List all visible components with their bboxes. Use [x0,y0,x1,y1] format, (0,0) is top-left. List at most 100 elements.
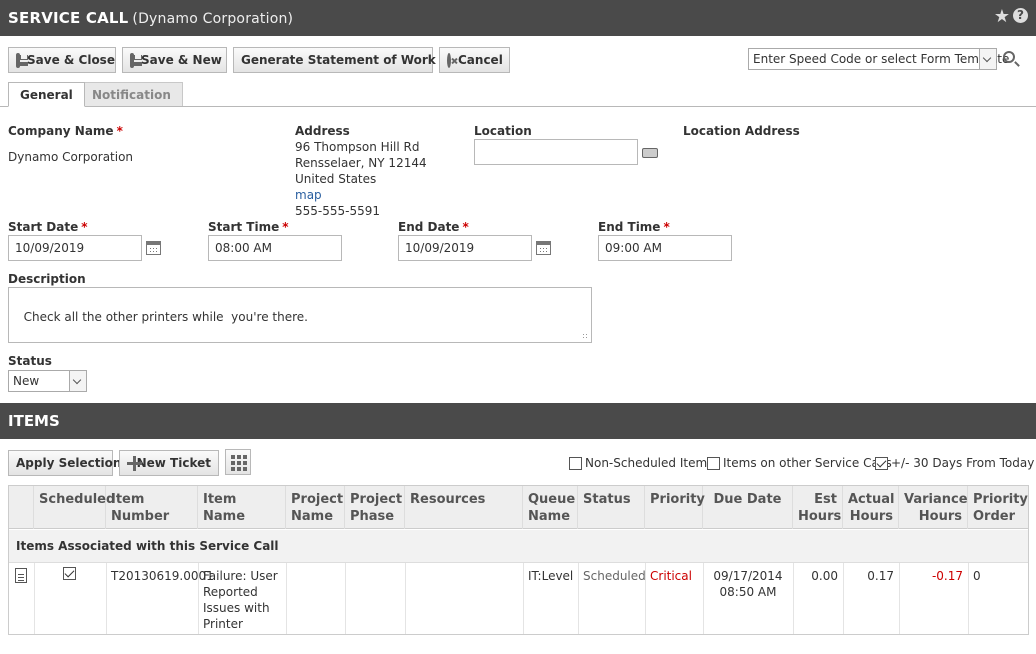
column-header-scheduled[interactable]: Scheduled [34,486,115,529]
generate-sow-button[interactable]: Generate Statement of Work [233,47,456,73]
address-label: Address [295,124,350,138]
column-chooser-button[interactable] [225,449,251,475]
start-time-label: Start Time * [208,220,289,234]
project-name-cell [286,564,345,572]
page-title-text: SERVICE CALL [8,9,129,27]
other-service-calls-label: Items on other Service Calls [723,456,892,470]
item-number-cell[interactable]: T20130619.0001 [106,564,214,588]
apply-selections-button[interactable]: Apply Selections [8,450,129,476]
address-line-3: United States [295,172,377,186]
chevron-down-icon[interactable] [979,49,996,69]
document-icon[interactable] [15,568,27,583]
description-text: Check all the other printers while you'r… [23,310,308,324]
company-name-label: Company Name * [8,124,123,138]
save-close-label: Save & Close [27,53,115,67]
non-scheduled-items-checkbox[interactable] [569,457,582,470]
save-new-label: Save & New [141,53,222,67]
resize-grip-icon[interactable] [582,333,589,340]
column-header-project-name[interactable]: Project Name [286,486,345,529]
new-ticket-button[interactable]: New Ticket [119,450,219,476]
items-table: Scheduled Item Number Item Name Project … [8,485,1029,635]
new-ticket-label: New Ticket [136,456,211,470]
cancel-label: Cancel [458,53,503,67]
description-label: Description [8,272,86,286]
est-hours-cell: 0.00 [811,569,838,583]
star-icon[interactable]: ★ [994,6,1010,27]
column-header-resources[interactable]: Resources [405,486,523,529]
column-header-priority-order[interactable]: Priority Order [968,486,1028,529]
title-bar: SERVICE CALL (Dynamo Corporation) ★ ? [0,0,1036,36]
queue-name-cell: IT:Level I [528,569,578,583]
due-date-cell: 09/17/2014 08:50 AM [713,569,783,599]
column-header-actual-hours[interactable]: Actual Hours [843,486,899,529]
help-icon[interactable]: ? [1013,8,1028,23]
description-textarea[interactable]: Check all the other printers while you'r… [8,287,592,343]
end-time-label: End Time * [598,220,670,234]
column-header-item-number[interactable]: Item Number [106,486,198,529]
apply-selections-label: Apply Selections [16,456,129,470]
variance-hours-cell: -0.17 [931,569,963,583]
column-header-item-name[interactable]: Item Name [198,486,286,529]
status-value: New [13,374,40,388]
actual-hours-cell: 0.17 [867,569,894,583]
speed-code-select[interactable]: Enter Speed Code or select Form Template [748,48,1009,70]
thirty-days-checkbox[interactable] [875,457,888,470]
start-date-label: Start Date * [8,220,88,234]
save-new-button[interactable]: Save & New [122,47,227,73]
location-input[interactable] [474,139,638,165]
location-picker-icon[interactable] [642,148,658,158]
map-link[interactable]: map [295,188,322,202]
column-header-icon [9,486,34,529]
page-title: SERVICE CALL (Dynamo Corporation) [8,9,293,27]
status-label: Status [8,354,52,368]
company-name-value: Dynamo Corporation [8,150,134,164]
calendar-icon[interactable] [146,241,161,255]
location-address-label: Location Address [683,124,800,138]
column-header-variance-hours[interactable]: Variance Hours [899,486,968,529]
priority-order-cell: 0 [973,569,981,583]
column-header-due-date[interactable]: Due Date [703,486,793,529]
generate-sow-label: Generate Statement of Work [241,53,436,67]
scheduled-checkbox[interactable] [63,567,76,580]
end-time-input[interactable]: 09:00 AM [598,235,732,261]
address-line-1: 96 Thompson Hill Rd [295,140,420,154]
cancel-icon [447,52,451,68]
project-phase-cell [345,564,405,572]
save-icon [16,52,28,68]
end-date-input[interactable]: 10/09/2019 [398,235,532,261]
non-scheduled-items-label: Non-Scheduled Items [585,456,714,470]
end-date-label: End Date * [398,220,469,234]
status-cell: Scheduled [583,569,646,583]
column-header-status[interactable]: Status [578,486,645,529]
tab-general[interactable]: General [8,82,85,107]
chevron-down-icon[interactable] [69,371,86,391]
plus-icon [127,455,141,471]
column-header-queue-name[interactable]: Queue Name [523,486,578,529]
search-icon[interactable] [1003,51,1015,63]
resources-cell [405,564,523,572]
location-label: Location [474,124,532,138]
page-subtitle: (Dynamo Corporation) [132,11,294,27]
address-line-2: Rensselaer, NY 12144 [295,156,427,170]
start-date-input[interactable]: 10/09/2019 [8,235,142,261]
column-header-priority[interactable]: Priority [645,486,705,529]
tab-notification[interactable]: Notification [80,82,183,106]
calendar-icon[interactable] [536,241,551,255]
start-time-input[interactable]: 08:00 AM [208,235,342,261]
items-section-header: ITEMS [0,403,1036,439]
column-header-est-hours[interactable]: Est Hours [793,486,843,529]
speed-code-placeholder: Enter Speed Code or select Form Template [753,52,1010,66]
other-service-calls-checkbox[interactable] [707,457,720,470]
save-close-button[interactable]: Save & Close [8,47,116,73]
item-name-cell: Failure: User Reported Issues with Print… [203,569,278,631]
status-select[interactable]: New [8,370,87,392]
column-header-project-phase[interactable]: Project Phase [345,486,405,529]
cancel-button[interactable]: Cancel [439,47,510,73]
tab-divider [0,106,1036,107]
thirty-days-label: +/- 30 Days From Today [891,456,1035,470]
table-header-row: Scheduled Item Number Item Name Project … [9,486,1028,529]
save-icon [130,52,142,68]
phone-value: 555-555-5591 [295,204,381,218]
group-row: Items Associated with this Service Call [9,530,1028,563]
priority-cell: Critical [650,569,692,583]
